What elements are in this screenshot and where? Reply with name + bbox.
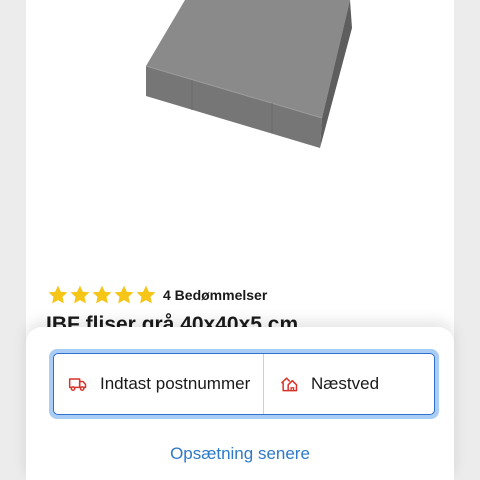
- star-icon: [48, 285, 68, 304]
- postal-code-label: Indtast postnummer: [100, 374, 251, 393]
- store-label: Næstved: [311, 374, 380, 393]
- product-image: [145, 0, 352, 148]
- location-selector: Indtast postnummer Næstved: [49, 349, 439, 419]
- star-icon: [136, 285, 156, 304]
- rating-row[interactable]: 4 Bedømmelser: [47, 282, 267, 308]
- location-selector-inner: Indtast postnummer Næstved: [53, 353, 435, 415]
- location-sheet: Indtast postnummer Næstved Opsætning sen…: [26, 327, 454, 480]
- store-button[interactable]: Næstved: [264, 354, 434, 414]
- review-count[interactable]: 4 Bedømmelser: [163, 287, 267, 303]
- star-icon: [92, 285, 112, 304]
- delivery-truck-icon: [68, 378, 87, 391]
- page: 4 Bedømmelser IBF fliser grå 40x40x5 cm …: [0, 0, 480, 480]
- star-icon: [114, 285, 134, 304]
- store-icon: [280, 377, 298, 392]
- setup-later-link[interactable]: Opsætning senere: [26, 444, 454, 464]
- star-icon: [70, 285, 90, 304]
- postal-code-button[interactable]: Indtast postnummer: [54, 354, 264, 414]
- star-rating: [47, 284, 157, 306]
